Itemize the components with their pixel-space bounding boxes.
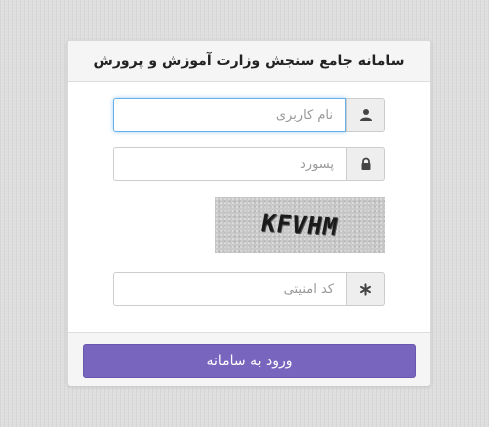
security-code-input[interactable] xyxy=(113,272,346,306)
user-icon xyxy=(346,98,385,132)
page-title: سامانه جامع سنجش وزارت آموزش و پرورش xyxy=(93,53,405,69)
panel-footer: ورود به سامانه xyxy=(68,332,430,386)
lock-icon xyxy=(346,147,385,181)
panel-header: سامانه جامع سنجش وزارت آموزش و پرورش xyxy=(68,41,430,82)
username-group xyxy=(113,98,385,132)
asterisk-icon xyxy=(346,272,385,306)
captcha-image: KFVHM xyxy=(215,197,385,253)
password-input[interactable] xyxy=(113,147,346,181)
captcha-text: KFVHM xyxy=(259,208,341,242)
security-code-group xyxy=(113,272,385,306)
password-group xyxy=(113,147,385,181)
login-panel: سامانه جامع سنجش وزارت آموزش و پرورش KFV… xyxy=(67,40,431,386)
login-button[interactable]: ورود به سامانه xyxy=(83,344,416,378)
username-input[interactable] xyxy=(113,98,346,132)
